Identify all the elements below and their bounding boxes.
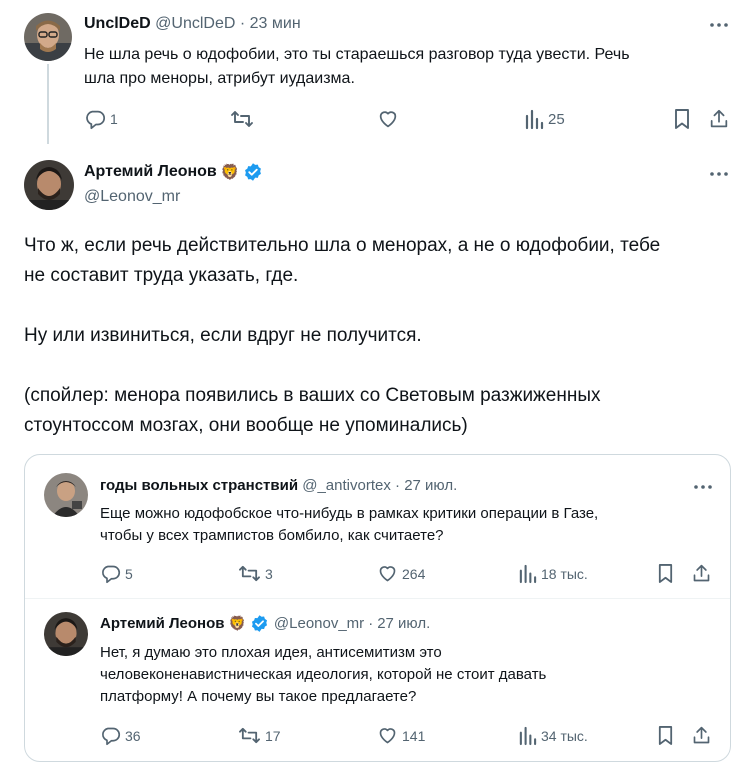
timestamp[interactable]: 23 мин xyxy=(250,15,301,32)
quote-text-line: человеконенавистническая идеология, кото… xyxy=(100,666,547,683)
tweet-line: стоунтоссом мозгах, они вообще не упомин… xyxy=(24,415,468,436)
quoted-thread[interactable] xyxy=(24,454,731,762)
author-name[interactable]: Артемий Леонов xyxy=(84,163,217,181)
reply-icon xyxy=(102,727,121,746)
retweet-icon xyxy=(239,565,260,582)
views-button[interactable]: 34 тыс. xyxy=(518,725,588,746)
retweet-count: 17 xyxy=(265,727,281,744)
bookmark-icon xyxy=(675,109,689,129)
avatar-antivortex[interactable] xyxy=(44,473,88,517)
retweet-button[interactable]: 17 xyxy=(238,725,281,746)
author-handle[interactable]: @_antivortex xyxy=(302,477,391,494)
views-count: 34 тыс. xyxy=(541,727,588,744)
author-emoji: 🦁 xyxy=(220,163,240,181)
author-handle[interactable]: @Leonov_mr xyxy=(274,615,364,632)
quote-text-line: Нет, я думаю это плохая идея, антисемити… xyxy=(100,644,442,661)
quote2-header: Артемий Леонов 🦁 @Leonov_mr · 27 июл. xyxy=(100,614,430,633)
tweet-line: не составит труда указать, где. xyxy=(24,265,299,286)
bookmark-icon xyxy=(658,726,673,745)
share-button[interactable] xyxy=(691,725,712,746)
separator-dot: · xyxy=(395,477,401,494)
share-button[interactable] xyxy=(691,563,712,584)
tweet-line: Ну или извиниться, если вдруг не получит… xyxy=(24,325,422,346)
share-icon xyxy=(693,564,710,582)
verified-icon xyxy=(245,163,262,181)
author-name[interactable]: годы вольных странствий xyxy=(100,477,298,494)
main-tweet-text: Что ж, если речь действительно шла о мен… xyxy=(24,231,744,441)
separator-dot: · xyxy=(368,615,374,632)
bookmark-button[interactable] xyxy=(656,563,675,584)
views-count: 25 xyxy=(548,110,565,128)
avatar-image xyxy=(44,473,88,517)
share-icon xyxy=(693,726,710,744)
reply-text: Не шла речь о юдофобии, это ты стараешьс… xyxy=(84,43,630,91)
avatar-image xyxy=(44,612,88,656)
reply-count: 1 xyxy=(110,111,118,127)
reply-text-line: Не шла речь о юдофобии, это ты стараешьс… xyxy=(84,46,630,63)
avatar-image xyxy=(24,13,72,61)
retweet-icon xyxy=(231,111,253,127)
timestamp[interactable]: 27 июл. xyxy=(377,615,430,632)
views-icon xyxy=(519,564,537,584)
reply-button[interactable]: 5 xyxy=(100,563,133,584)
like-icon xyxy=(379,111,397,128)
quote-text-line: Еще можно юдофобское что-нибудь в рамках… xyxy=(100,505,599,522)
reply-icon xyxy=(102,565,121,584)
divider xyxy=(25,598,730,599)
avatar-uncldeD[interactable] xyxy=(24,13,72,61)
bookmark-button[interactable] xyxy=(672,108,692,130)
retweet-icon xyxy=(239,727,260,744)
more-icon[interactable] xyxy=(709,15,729,39)
author-handle[interactable]: @UnclDeD xyxy=(155,15,235,32)
like-count: 141 xyxy=(402,727,426,744)
like-icon xyxy=(379,728,396,744)
share-button[interactable] xyxy=(708,108,730,130)
reply-count: 5 xyxy=(125,565,133,582)
verified-icon xyxy=(251,615,267,632)
author-name[interactable]: UnclDeD xyxy=(84,15,151,32)
thread-line xyxy=(47,64,49,144)
like-icon xyxy=(379,566,396,582)
more-icon[interactable] xyxy=(693,477,713,501)
like-count: 264 xyxy=(402,565,426,582)
reply-button[interactable]: 36 xyxy=(100,725,141,746)
views-icon xyxy=(519,726,537,746)
separator-dot: · xyxy=(239,15,246,32)
like-button[interactable] xyxy=(377,108,399,130)
tweet-line: (спойлер: менора появились в ваших со Св… xyxy=(24,385,601,406)
author-emoji: 🦁 xyxy=(228,615,246,632)
retweet-count: 3 xyxy=(265,565,273,582)
main-author: Артемий Леонов 🦁 xyxy=(84,162,263,182)
more-icon[interactable] xyxy=(709,164,729,188)
author-name[interactable]: Артемий Леонов xyxy=(100,615,224,632)
quote-text-line: чтобы у всех трампистов бомбило, как счи… xyxy=(100,527,444,544)
author-handle[interactable]: @Leonov_mr xyxy=(84,188,180,206)
avatar-leonov[interactable] xyxy=(24,160,74,210)
like-button[interactable]: 141 xyxy=(377,725,425,746)
retweet-button[interactable]: 3 xyxy=(238,563,273,584)
avatar-leonov[interactable] xyxy=(44,612,88,656)
avatar-image xyxy=(24,160,74,210)
quote-text-line: платформу! А почему вы такое предлагаете… xyxy=(100,688,417,705)
quote1-header: годы вольных странствий @_antivortex · 2… xyxy=(100,477,457,494)
views-count: 18 тыс. xyxy=(541,565,588,582)
bookmark-icon xyxy=(658,564,673,583)
quote2-text: Нет, я думаю это плохая идея, антисемити… xyxy=(100,642,546,708)
views-button[interactable]: 18 тыс. xyxy=(518,563,588,584)
reply-count: 36 xyxy=(125,727,141,744)
views-button[interactable]: 25 xyxy=(524,108,565,130)
reply-icon xyxy=(86,110,106,130)
views-icon xyxy=(525,109,544,130)
retweet-button[interactable] xyxy=(230,108,254,130)
like-button[interactable]: 264 xyxy=(377,563,425,584)
bookmark-button[interactable] xyxy=(656,725,675,746)
reply-header: UnclDeD @UnclDeD · 23 мин xyxy=(84,15,301,33)
quote1-text: Еще можно юдофобское что-нибудь в рамках… xyxy=(100,503,598,547)
reply-text-line: шла про меноры, атрибут иудаизма. xyxy=(84,70,355,87)
tweet-line: Что ж, если речь действительно шла о мен… xyxy=(24,235,661,256)
timestamp[interactable]: 27 июл. xyxy=(404,477,457,494)
share-icon xyxy=(710,109,728,128)
reply-button[interactable]: 1 xyxy=(84,108,118,130)
